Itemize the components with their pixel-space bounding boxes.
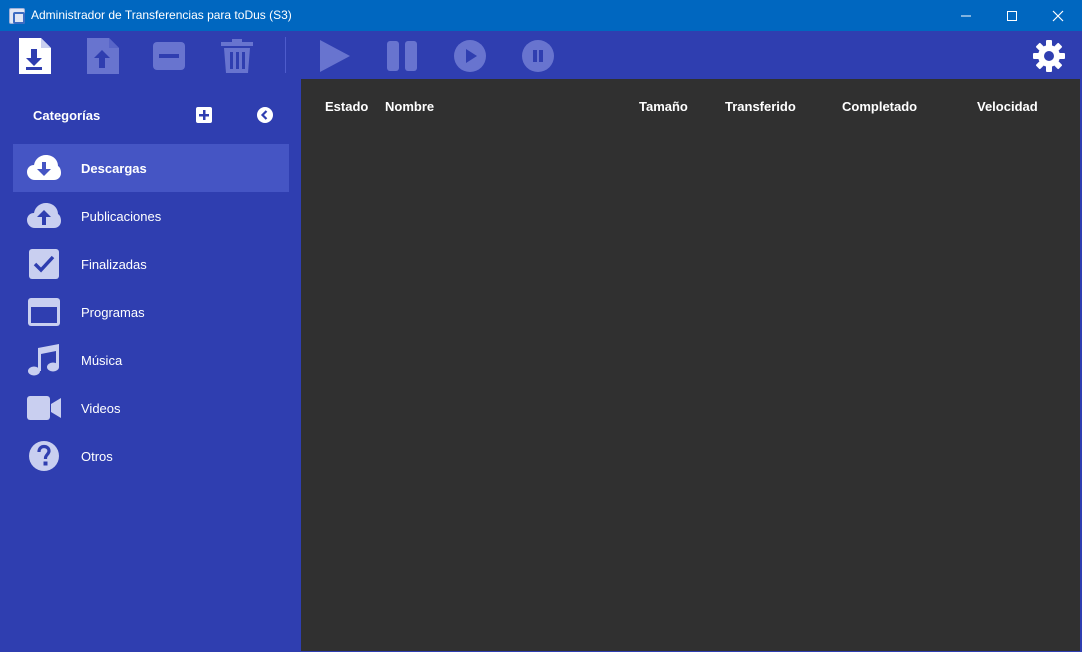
close-icon bbox=[1052, 10, 1064, 21]
play-circle-icon bbox=[454, 40, 486, 72]
maximize-button[interactable] bbox=[989, 0, 1035, 31]
minimize-icon bbox=[961, 15, 971, 16]
upload-file-icon bbox=[87, 38, 119, 74]
category-videos[interactable]: Videos bbox=[13, 384, 289, 432]
cloud-download-icon bbox=[27, 152, 61, 184]
category-musica[interactable]: Música bbox=[13, 336, 289, 384]
music-note-icon bbox=[27, 344, 61, 376]
app-window: Administrador de Transferencias para toD… bbox=[0, 0, 1082, 652]
collapse-sidebar-button[interactable] bbox=[256, 106, 274, 124]
pause-icon bbox=[387, 41, 417, 71]
column-header-transferido[interactable]: Transferido bbox=[725, 99, 796, 114]
minimize-button[interactable] bbox=[943, 0, 989, 31]
category-programas[interactable]: Programas bbox=[13, 288, 289, 336]
window-title: Administrador de Transferencias para toD… bbox=[31, 8, 292, 22]
chevron-left-circle-icon bbox=[257, 107, 273, 123]
column-header-completado[interactable]: Completado bbox=[842, 99, 917, 114]
gear-icon bbox=[1033, 40, 1065, 72]
column-header-velocidad[interactable]: Velocidad bbox=[977, 99, 1038, 114]
minus-box-icon bbox=[153, 42, 185, 70]
question-circle-icon bbox=[27, 440, 61, 472]
category-label: Programas bbox=[81, 305, 145, 320]
categories-header: Categorías bbox=[0, 79, 301, 149]
video-camera-icon bbox=[27, 392, 61, 424]
pause-circle-icon bbox=[522, 40, 554, 72]
categories-sidebar: Categorías Descargas Publicaciones Final… bbox=[0, 79, 301, 652]
title-bar[interactable]: Administrador de Transferencias para toD… bbox=[0, 0, 1082, 31]
plus-box-icon bbox=[196, 107, 212, 123]
delete-button[interactable] bbox=[217, 36, 257, 76]
upload-button[interactable] bbox=[82, 36, 122, 76]
column-header-estado[interactable]: Estado bbox=[325, 99, 368, 114]
remove-button[interactable] bbox=[149, 36, 189, 76]
category-label: Publicaciones bbox=[81, 209, 162, 224]
category-label: Descargas bbox=[81, 161, 147, 176]
close-button[interactable] bbox=[1035, 0, 1081, 31]
category-label: Finalizadas bbox=[81, 257, 147, 272]
category-finalizadas[interactable]: Finalizadas bbox=[13, 240, 289, 288]
toolbar-separator bbox=[285, 37, 286, 73]
pause-all-button[interactable] bbox=[518, 36, 558, 76]
pause-button[interactable] bbox=[382, 36, 422, 76]
categories-title: Categorías bbox=[33, 108, 101, 123]
play-icon bbox=[320, 40, 350, 72]
cloud-upload-icon bbox=[27, 200, 61, 232]
column-header-tamano[interactable]: Tamaño bbox=[639, 99, 688, 114]
window-icon bbox=[27, 296, 61, 328]
category-descargas[interactable]: Descargas bbox=[13, 144, 289, 192]
column-header-nombre[interactable]: Nombre bbox=[385, 99, 434, 114]
add-category-button[interactable] bbox=[195, 106, 213, 124]
download-button[interactable] bbox=[14, 36, 54, 76]
start-all-button[interactable] bbox=[450, 36, 490, 76]
toolbar bbox=[0, 31, 1082, 79]
download-file-icon bbox=[19, 38, 51, 74]
transfers-table[interactable]: Estado Nombre Tamaño Transferido Complet… bbox=[301, 79, 1080, 651]
check-box-icon bbox=[27, 248, 61, 280]
app-icon bbox=[9, 8, 25, 24]
settings-button[interactable] bbox=[1029, 36, 1069, 76]
maximize-icon bbox=[1007, 10, 1017, 21]
category-publicaciones[interactable]: Publicaciones bbox=[13, 192, 289, 240]
category-label: Videos bbox=[81, 401, 121, 416]
category-label: Música bbox=[81, 353, 123, 368]
start-button[interactable] bbox=[314, 36, 354, 76]
category-otros[interactable]: Otros bbox=[13, 432, 289, 480]
category-label: Otros bbox=[81, 449, 113, 464]
trash-icon bbox=[221, 39, 253, 73]
